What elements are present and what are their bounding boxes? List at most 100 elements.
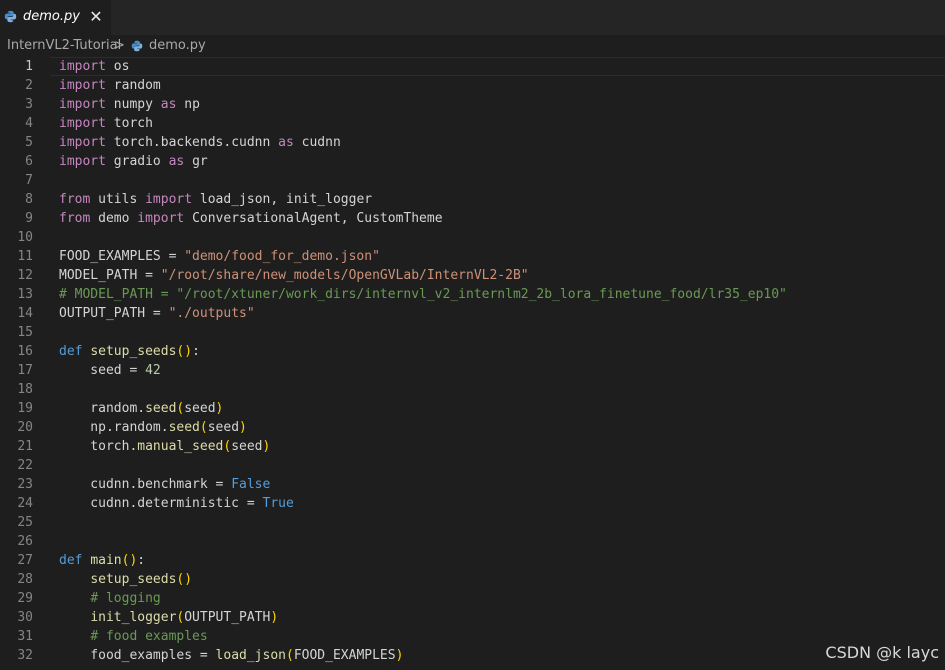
code-text: # food examples <box>90 629 208 644</box>
code-line[interactable]: 15 <box>0 323 945 342</box>
code-text: # MODEL_PATH = "/root/xtuner/work_dirs/i… <box>59 287 787 302</box>
line-number: 18 <box>17 382 33 397</box>
line-number: 28 <box>17 572 33 587</box>
line-number: 4 <box>25 116 33 131</box>
line-number: 3 <box>25 97 33 112</box>
tab-demo-py[interactable]: demo.py ✕ <box>0 0 111 35</box>
code-text: import os <box>59 59 130 74</box>
python-file-icon <box>4 10 17 23</box>
code-line[interactable]: 30 init_logger(OUTPUT_PATH) <box>0 608 945 627</box>
code-line[interactable]: 29 # logging <box>0 589 945 608</box>
line-number: 29 <box>17 591 33 606</box>
code-text: def main(): <box>59 553 146 568</box>
code-text: food_examples = load_json(FOOD_EXAMPLES) <box>59 648 404 663</box>
code-text: MODEL_PATH = "/root/share/new_models/Ope… <box>59 268 529 283</box>
code-text: cudnn.benchmark = False <box>59 477 271 492</box>
line-number: 11 <box>17 249 33 264</box>
chevron-right-icon: > <box>114 38 125 53</box>
code-text: import numpy as np <box>59 97 200 112</box>
tab-bar: demo.py ✕ <box>0 0 945 35</box>
line-number: 20 <box>17 420 33 435</box>
line-number: 13 <box>17 287 33 302</box>
breadcrumb-file[interactable]: demo.py <box>149 38 206 53</box>
line-number: 22 <box>17 458 33 473</box>
line-number: 26 <box>17 534 33 549</box>
line-number: 14 <box>17 306 33 321</box>
tab-title: demo.py <box>23 9 80 24</box>
code-line[interactable]: 10 <box>0 228 945 247</box>
line-number: 9 <box>25 211 33 226</box>
line-number: 25 <box>17 515 33 530</box>
line-number: 8 <box>25 192 33 207</box>
line-number: 21 <box>17 439 33 454</box>
close-icon[interactable]: ✕ <box>88 7 104 27</box>
line-number: 12 <box>17 268 33 283</box>
code-line[interactable]: 11 FOOD_EXAMPLES = "demo/food_for_demo.js… <box>0 247 945 266</box>
code-line[interactable]: 25 <box>0 513 945 532</box>
code-line[interactable]: 4 import torch <box>0 114 945 133</box>
code-text: import random <box>59 78 161 93</box>
code-line[interactable]: 9 from demo import ConversationalAgent, C… <box>0 209 945 228</box>
code-line[interactable]: 23 cudnn.benchmark = False <box>0 475 945 494</box>
line-number: 30 <box>17 610 33 625</box>
code-text: import torch <box>59 116 153 131</box>
code-text: setup_seeds() <box>90 572 193 587</box>
code-line[interactable]: 24 cudnn.deterministic = True <box>0 494 945 513</box>
code-text: FOOD_EXAMPLES = "demo/food_for_demo.json… <box>59 249 380 264</box>
line-number: 24 <box>17 496 33 511</box>
line-number: 32 <box>17 648 33 663</box>
code-line[interactable]: 17 seed = 42 <box>0 361 945 380</box>
code-text: def setup_seeds(): <box>59 344 200 359</box>
line-number: 16 <box>17 344 33 359</box>
code-line[interactable]: 1 import os <box>0 57 945 76</box>
code-line[interactable]: 31 # food examples <box>0 627 945 646</box>
code-text: from utils import load_json, init_logger <box>59 192 373 207</box>
code-text: cudnn.deterministic = True <box>59 496 294 511</box>
line-number: 7 <box>25 173 33 188</box>
code-line[interactable]: 16 def setup_seeds(): <box>0 342 945 361</box>
code-line[interactable]: 20 np.random.seed(seed) <box>0 418 945 437</box>
line-number: 10 <box>17 230 33 245</box>
code-line[interactable]: 32 food_examples = load_json(FOOD_EXAMPL… <box>0 646 945 665</box>
line-number: 5 <box>25 135 33 150</box>
code-text: import gradio as gr <box>59 154 208 169</box>
code-line[interactable]: 14 OUTPUT_PATH = "./outputs" <box>0 304 945 323</box>
code-line[interactable]: 7 <box>0 171 945 190</box>
code-text: random.seed(seed) <box>59 401 224 416</box>
code-line[interactable]: 2 import random <box>0 76 945 95</box>
line-number: 2 <box>25 78 33 93</box>
line-number: 1 <box>25 59 33 74</box>
code-line[interactable]: 3 import numpy as np <box>0 95 945 114</box>
code-text: seed = 42 <box>59 363 161 378</box>
code-editor[interactable]: 1 import os 2 import random 3 import numpy as… <box>0 57 945 670</box>
code-line[interactable]: 8 from utils import load_json, init_logge… <box>0 190 945 209</box>
code-line[interactable]: 22 <box>0 456 945 475</box>
code-text: import torch.backends.cudnn as cudnn <box>59 135 341 150</box>
line-number: 23 <box>17 477 33 492</box>
code-line[interactable]: 26 <box>0 532 945 551</box>
python-file-icon <box>131 40 143 52</box>
line-number: 6 <box>25 154 33 169</box>
code-line[interactable]: 27 def main(): <box>0 551 945 570</box>
code-text: np.random.seed(seed) <box>59 420 247 435</box>
line-number: 27 <box>17 553 33 568</box>
code-line[interactable]: 5 import torch.backends.cudnn as cudnn <box>0 133 945 152</box>
line-number: 17 <box>17 363 33 378</box>
code-line[interactable]: 13 # MODEL_PATH = "/root/xtuner/work_dirs… <box>0 285 945 304</box>
breadcrumb-folder[interactable]: InternVL2-Tutorial <box>7 38 121 53</box>
code-line[interactable]: 28 setup_seeds() <box>0 570 945 589</box>
code-text: init_logger(OUTPUT_PATH) <box>90 610 279 625</box>
line-number: 15 <box>17 325 33 340</box>
code-line[interactable]: 12 MODEL_PATH = "/root/share/new_models/O… <box>0 266 945 285</box>
watermark: CSDN @k layc <box>825 643 939 662</box>
code-text: # logging <box>90 591 161 606</box>
code-line[interactable]: 6 import gradio as gr <box>0 152 945 171</box>
code-text: from demo import ConversationalAgent, Cu… <box>59 211 443 226</box>
code-line[interactable]: 18 <box>0 380 945 399</box>
code-line[interactable]: 21 torch.manual_seed(seed) <box>0 437 945 456</box>
code-text: torch.manual_seed(seed) <box>59 439 271 454</box>
line-number: 31 <box>17 629 33 644</box>
code-line[interactable]: 19 random.seed(seed) <box>0 399 945 418</box>
line-number: 19 <box>17 401 33 416</box>
code-text: OUTPUT_PATH = "./outputs" <box>59 306 255 321</box>
